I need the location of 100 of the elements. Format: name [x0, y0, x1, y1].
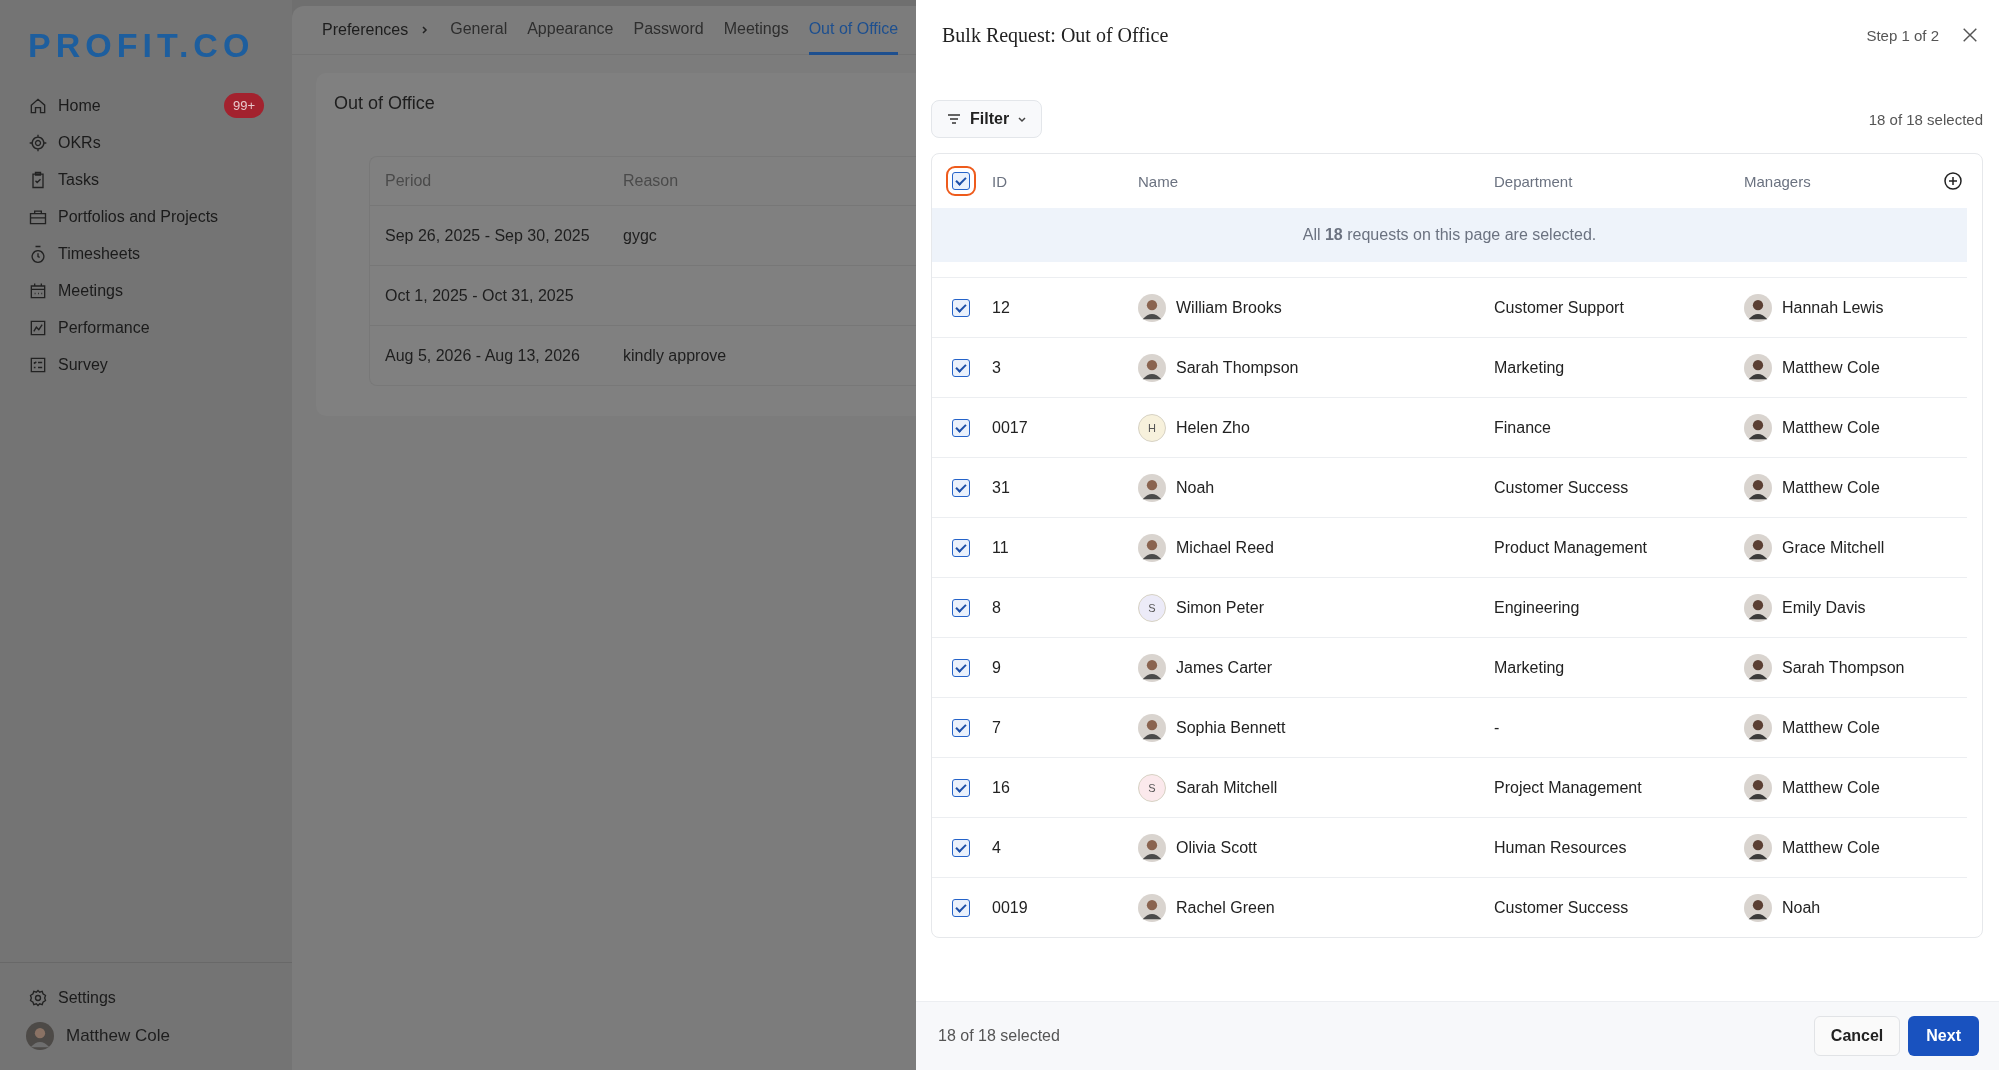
selection-count: 18 of 18 selected — [938, 1027, 1060, 1045]
avatar-icon — [1744, 833, 1772, 862]
avatar-icon — [1744, 893, 1772, 922]
person-name: Matthew Cole — [1782, 358, 1880, 377]
filter-icon — [946, 111, 962, 127]
table-cell: Oct 1, 2025 - Oct 31, 2025 — [385, 286, 574, 304]
notification-badge: 99+ — [223, 93, 264, 118]
tab[interactable]: Password — [633, 5, 704, 55]
table-cell-text: Customer Success — [1494, 898, 1630, 917]
person-name: Matthew Cole — [1782, 778, 1880, 797]
table-cell: Aug 5, 2026 - Aug 13, 2026 — [385, 346, 580, 364]
avatar-icon — [1138, 713, 1166, 742]
close-icon[interactable] — [1961, 26, 1979, 44]
avatar-icon — [1744, 353, 1772, 382]
row-checkbox[interactable] — [952, 898, 970, 917]
nav-icon — [28, 243, 48, 264]
person-name: Matthew Cole — [1782, 478, 1880, 497]
panel-title: Bulk Request: Out of Office — [942, 23, 1169, 47]
table-cell-text: 0017 — [992, 418, 1029, 437]
table-cell-text: - — [1494, 718, 1501, 737]
avatar-icon — [1138, 473, 1166, 502]
person-name: Noah — [1176, 478, 1215, 497]
table-cell-text: 16 — [992, 778, 1011, 797]
logo: PROFIT.CO — [28, 26, 255, 65]
row-checkbox[interactable] — [952, 598, 970, 617]
table-cell-text: Human Resources — [1494, 838, 1628, 857]
step-indicator: Step 1 of 2 — [1866, 26, 1939, 44]
table-cell-text: 3 — [992, 358, 1002, 377]
table-cell: Sep 26, 2025 - Sep 30, 2025 — [385, 226, 590, 244]
sidebar-item[interactable]: Survey — [0, 346, 292, 383]
table-cell-text: Finance — [1494, 418, 1552, 437]
row-checkbox[interactable] — [952, 778, 970, 797]
sidebar-item[interactable]: Meetings — [0, 272, 292, 309]
sidebar-item[interactable]: Performance — [0, 309, 292, 346]
person-name: Sarah Thompson — [1176, 358, 1299, 377]
row-checkbox[interactable] — [952, 718, 970, 737]
filter-button[interactable]: Filter — [931, 100, 1043, 138]
user-profile[interactable]: Matthew Cole — [0, 1022, 292, 1050]
settings-icon — [28, 987, 48, 1008]
initial-avatar: S — [1138, 773, 1166, 802]
table-cell-text: 4 — [992, 838, 1002, 857]
person-name: James Carter — [1176, 658, 1273, 677]
breadcrumb[interactable]: Preferences — [322, 21, 409, 39]
avatar-icon — [26, 1022, 54, 1050]
row-checkbox[interactable] — [952, 358, 970, 377]
avatar-icon — [1744, 653, 1772, 682]
person-name: Matthew Cole — [1782, 838, 1880, 857]
column-header: Managers — [1744, 172, 1812, 190]
table-cell-text: 0019 — [992, 898, 1029, 917]
person-name: Olivia Scott — [1176, 838, 1257, 857]
person-name: Sarah Mitchell — [1176, 778, 1278, 797]
table-cell-text: 31 — [992, 478, 1011, 497]
person-name: Matthew Cole — [1782, 418, 1880, 437]
initial-avatar: H — [1138, 413, 1166, 442]
table-cell-text: Engineering — [1494, 598, 1581, 617]
avatar-icon — [1744, 293, 1772, 322]
tab[interactable]: General — [450, 5, 508, 55]
sidebar-item[interactable]: Timesheets — [0, 235, 292, 272]
person-name: Sophia Bennett — [1176, 718, 1286, 737]
avatar-icon — [1138, 293, 1166, 322]
row-checkbox[interactable] — [952, 478, 970, 497]
avatar-icon — [1744, 773, 1772, 802]
table-cell-text: 8 — [992, 598, 1002, 617]
tab[interactable]: Meetings — [723, 5, 789, 55]
person-name: Noah — [1782, 898, 1821, 917]
table-cell-text: 12 — [992, 298, 1011, 317]
selection-count: 18 of 18 selected — [1868, 110, 1983, 128]
person-name: Emily Davis — [1782, 598, 1866, 617]
person-name: William Brooks — [1176, 298, 1282, 317]
table-cell-text: Project Management — [1494, 778, 1643, 797]
column-header: ID — [992, 172, 1008, 190]
table-cell-text: Marketing — [1494, 658, 1566, 677]
sidebar-item[interactable]: OKRs — [0, 124, 292, 161]
avatar-icon — [1744, 413, 1772, 442]
table-cell-text: Customer Support — [1494, 298, 1625, 317]
settings-item[interactable]: Settings — [0, 979, 292, 1016]
sidebar-item[interactable]: Home 99+ — [0, 87, 292, 124]
tab[interactable]: Appearance — [527, 5, 614, 55]
person-name: Helen Zho — [1176, 418, 1250, 437]
initial-avatar: S — [1138, 593, 1166, 622]
avatar-icon — [1744, 593, 1772, 622]
person-name: Sarah Thompson — [1782, 658, 1905, 677]
sidebar-item[interactable]: Tasks — [0, 161, 292, 198]
tab[interactable]: Out of Office — [808, 5, 899, 55]
sidebar-item[interactable]: Portfolios and Projects — [0, 198, 292, 235]
row-checkbox[interactable] — [952, 418, 970, 437]
row-checkbox[interactable] — [952, 538, 970, 557]
cancel-button[interactable]: Cancel — [1813, 1016, 1901, 1056]
person-name: Rachel Green — [1176, 898, 1275, 917]
avatar-icon — [1138, 833, 1166, 862]
person-name: Simon Peter — [1176, 598, 1265, 617]
person-name: Michael Reed — [1176, 538, 1274, 557]
row-checkbox[interactable] — [952, 838, 970, 857]
next-button[interactable]: Next — [1908, 1016, 1979, 1056]
table-cell: gygc — [623, 226, 657, 244]
table-cell-text: 11 — [992, 538, 1010, 557]
row-checkbox[interactable] — [952, 298, 970, 317]
row-checkbox[interactable] — [952, 658, 970, 677]
add-column-icon[interactable] — [1943, 171, 1963, 191]
avatar-icon — [1138, 353, 1166, 382]
